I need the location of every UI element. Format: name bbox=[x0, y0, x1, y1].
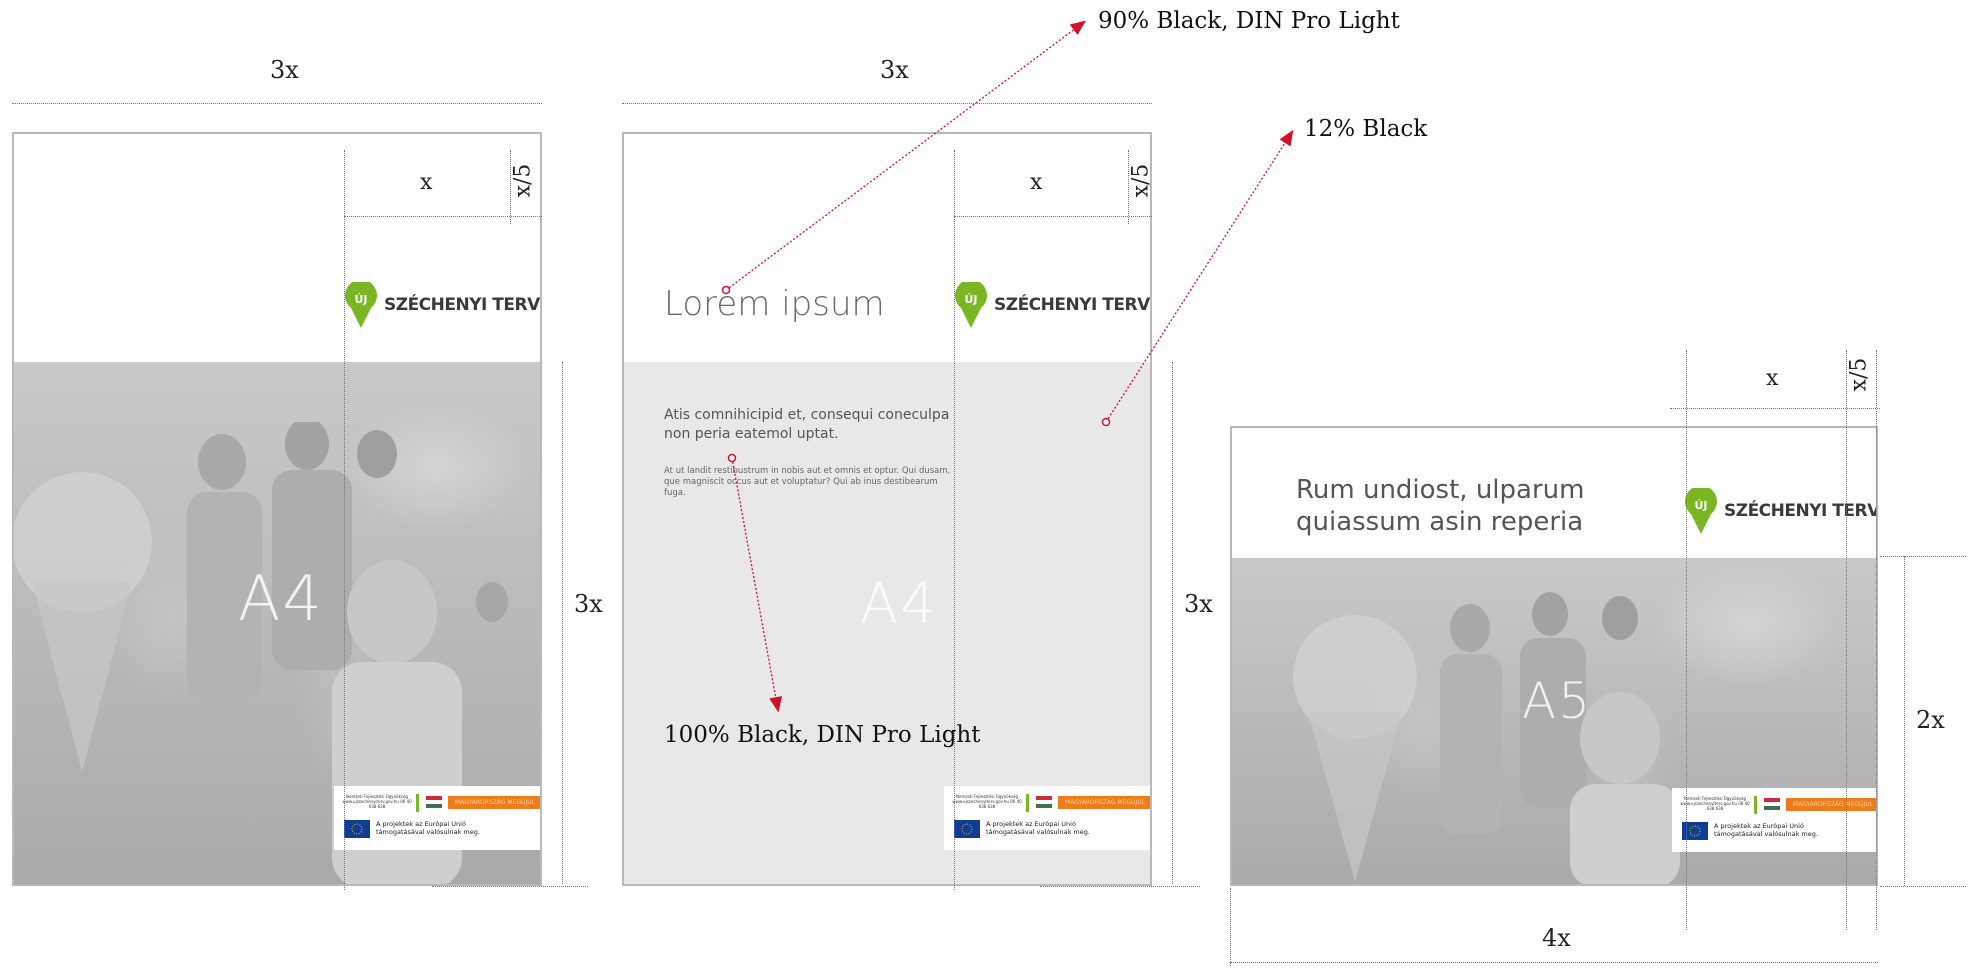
arrow-icon bbox=[721, 20, 1087, 295]
arrow-icon bbox=[727, 453, 783, 713]
arrow-icon bbox=[1101, 129, 1294, 427]
brand-layout-diagram: 3x 3x A4 ÚJ SZÉCHENYI TERV Nemzeti Fejle… bbox=[0, 0, 1970, 971]
annotation-arrows bbox=[721, 20, 1294, 713]
